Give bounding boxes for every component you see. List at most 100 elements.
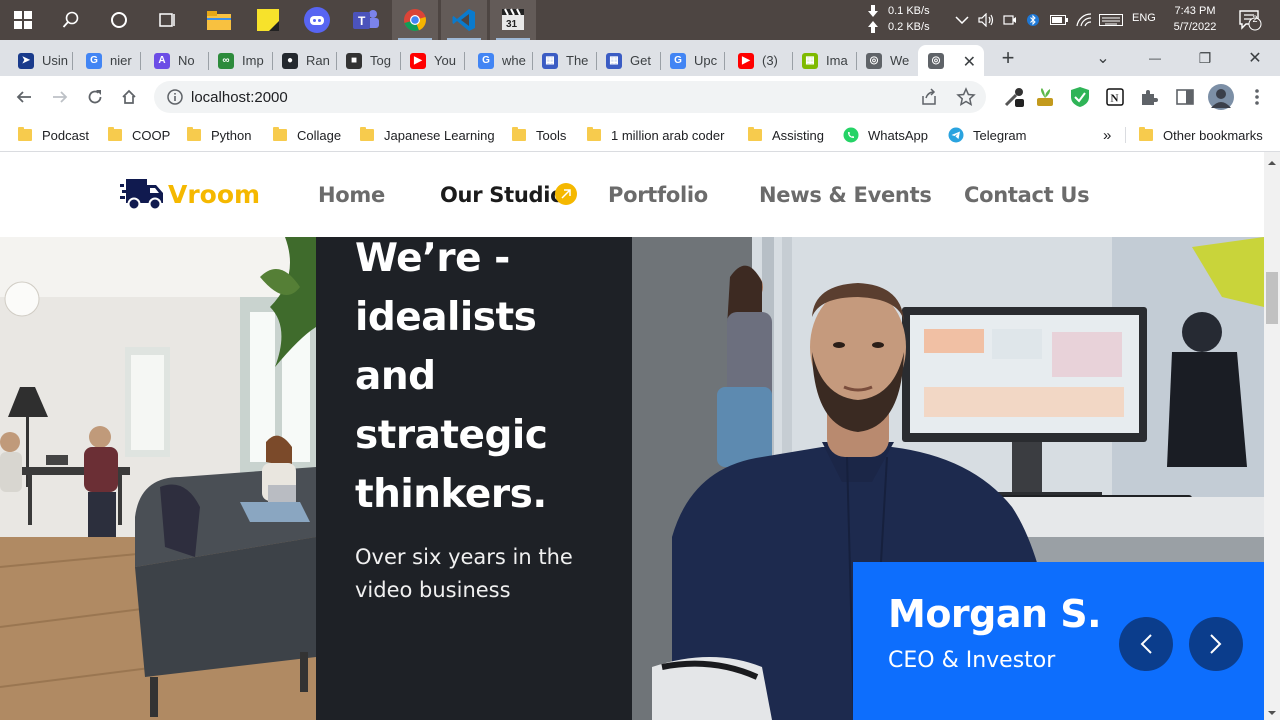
battery-icon[interactable] [1050,0,1068,40]
headline-line: idealists [355,295,537,340]
plant-extension-icon[interactable] [1030,82,1060,112]
site-logo[interactable]: Vroom [120,176,260,212]
volume-icon[interactable] [978,0,994,40]
browser-tab-title: Get [630,53,651,68]
eyedropper-extension-icon[interactable] [999,82,1029,112]
bookmark-label: Tools [536,127,567,143]
sticky-notes-icon[interactable] [245,0,291,40]
site-info-icon[interactable] [166,88,184,111]
browser-tab[interactable]: G Upc [660,45,722,76]
windows-taskbar: T 31 0.1 KB/s 0.2 KB/s ENG 7:43 PM 5/7/2… [0,0,1280,40]
browser-tab[interactable]: ■ Tog [336,45,398,76]
windows-start-icon[interactable] [0,0,46,40]
tray-chevron-icon[interactable] [955,0,969,40]
browser-toolbar: localhost:2000 N [0,76,1280,118]
bookmark-assisting[interactable]: Assisting [748,125,824,145]
next-slide-button[interactable] [1189,617,1243,671]
shield-extension-icon[interactable] [1065,82,1095,112]
bookmarks-overflow-button[interactable]: » [1103,125,1111,145]
forward-button[interactable] [45,82,75,112]
other-bookmarks[interactable]: Other bookmarks [1139,125,1263,145]
clock-date: 5/7/2022 [1173,21,1217,33]
scroll-up-icon[interactable] [1264,156,1280,170]
browser-tab[interactable]: Gwhe [468,45,530,76]
nav-news-events[interactable]: News & Events [759,183,932,207]
browser-tab[interactable]: ▦ Get [596,45,658,76]
folder-icon [108,127,122,141]
notifications-icon[interactable]: 2 [1238,0,1262,40]
close-tab-icon[interactable]: ✕ [963,52,976,72]
nav-our-studio[interactable]: Our Studio [440,183,565,207]
github-icon: ● [282,52,298,69]
url-text[interactable]: localhost:2000 [191,89,288,106]
cortana-icon[interactable] [96,0,142,40]
bookmark-whatsapp[interactable]: WhatsApp [843,125,928,145]
teams-icon[interactable]: T [343,0,389,40]
keyboard-icon[interactable] [1099,0,1123,40]
back-button[interactable] [9,82,39,112]
bookmark-star-icon[interactable] [956,87,976,112]
bookmark-japanese-learning[interactable]: Japanese Learning [360,125,495,145]
profile-role: CEO & Investor [888,648,1056,673]
bookmark-podcast[interactable]: Podcast [18,125,89,145]
close-window-button[interactable]: ✕ [1232,40,1278,76]
bookmark-collage[interactable]: Collage [273,125,341,145]
home-button[interactable] [114,82,144,112]
share-icon[interactable] [920,88,938,111]
restore-button[interactable]: ❐ [1182,40,1228,76]
browser-tab[interactable]: ➤ Usin [8,45,70,76]
browser-tab[interactable]: ∞ Imp [208,45,270,76]
bookmark-python[interactable]: Python [187,125,251,145]
scrollbar-thumb[interactable] [1266,272,1278,324]
browser-tab[interactable]: ▶ You [400,45,462,76]
nav-home[interactable]: Home [318,183,385,207]
discord-icon[interactable] [294,0,340,40]
reload-button[interactable] [80,82,110,112]
headline-line: thinkers. [355,472,547,517]
browser-tab[interactable]: ▦ Ima [792,45,854,76]
browser-tab[interactable]: A No [144,45,206,76]
google-icon: G [478,52,494,69]
bookmark-arab-coder[interactable]: 1 million arab coder [587,125,724,145]
extensions-puzzle-icon[interactable] [1134,82,1164,112]
meet-now-icon[interactable] [1003,0,1017,40]
prev-slide-button[interactable] [1119,617,1173,671]
browser-tab[interactable]: ▶ (3) [728,45,790,76]
notion-extension-icon[interactable]: N [1100,82,1130,112]
notifications-count: 2 [1252,14,1258,24]
wifi-icon[interactable] [1076,0,1092,40]
task-view-icon[interactable] [144,0,190,40]
file-explorer-icon[interactable] [196,0,242,40]
search-icon[interactable] [48,0,94,40]
new-tab-button[interactable]: + [990,40,1026,76]
net-up-text: 0.2 KB/s [888,21,930,33]
nav-portfolio[interactable]: Portfolio [608,183,708,207]
browser-tab-title: We [890,53,910,68]
browser-tab-active[interactable]: ◎ ✕ [918,45,984,76]
clock[interactable]: 7:43 PM 5/7/2022 [1164,3,1226,35]
chrome-icon[interactable] [392,0,438,40]
bookmark-tools[interactable]: Tools [512,125,566,145]
browser-tab[interactable]: ▦ The [532,45,594,76]
address-bar[interactable]: localhost:2000 [154,81,986,113]
tab-search-button[interactable]: ⌄ [1080,40,1126,76]
chrome-menu-icon[interactable] [1242,82,1272,112]
bluetooth-icon[interactable] [1027,0,1039,40]
browser-tab[interactable]: Gnier [76,45,138,76]
input-language[interactable]: ENG [1132,12,1156,24]
whatsapp-icon [843,127,859,143]
minimize-button[interactable]: — [1132,40,1178,76]
bookmark-coop[interactable]: COOP [108,125,170,145]
bookmark-telegram[interactable]: Telegram [948,125,1026,145]
vscode-icon[interactable] [441,0,487,40]
scroll-down-icon[interactable] [1264,706,1280,720]
browser-tab[interactable]: ◎ We [856,45,912,76]
arrow-icon: ➤ [18,52,34,69]
browser-tab[interactable]: ● Ran [272,45,334,76]
clapper-app-icon[interactable]: 31 [490,0,536,40]
profile-avatar[interactable] [1206,82,1236,112]
nav-contact-us[interactable]: Contact Us [964,183,1090,207]
page-scrollbar[interactable] [1264,152,1280,720]
side-panel-icon[interactable] [1170,82,1200,112]
bookmark-label: Podcast [42,127,89,143]
